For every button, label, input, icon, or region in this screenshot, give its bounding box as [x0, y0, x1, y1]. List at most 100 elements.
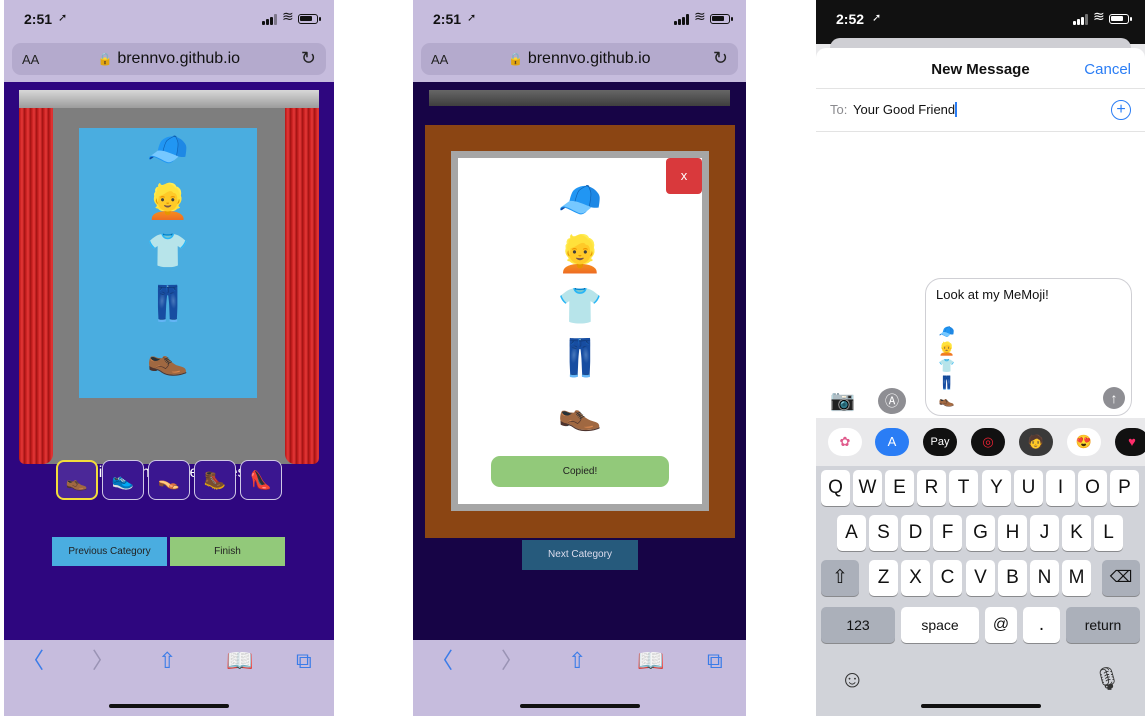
- digital-touch-app-icon[interactable]: ♥: [1115, 428, 1145, 456]
- key-m[interactable]: M: [1062, 560, 1091, 596]
- copied-button[interactable]: Copied!: [491, 456, 669, 487]
- send-arrow-icon[interactable]: ↑: [1103, 387, 1125, 409]
- finish-button[interactable]: Finish: [170, 537, 285, 566]
- key-k[interactable]: K: [1062, 515, 1091, 551]
- key-x[interactable]: X: [901, 560, 930, 596]
- share-icon[interactable]: ⇧: [568, 648, 586, 674]
- key-f[interactable]: F: [933, 515, 962, 551]
- return-key[interactable]: return: [1066, 607, 1140, 643]
- key-b[interactable]: B: [998, 560, 1027, 596]
- bookmarks-icon[interactable]: 📖: [637, 648, 664, 674]
- activity-app-icon[interactable]: ◎: [971, 428, 1005, 456]
- key-w[interactable]: W: [853, 470, 882, 506]
- key-z[interactable]: Z: [869, 560, 898, 596]
- chevron-left-icon[interactable]: 〈: [22, 648, 44, 674]
- address-bar[interactable]: AA 🔒 brennvo.github.io ↻: [12, 43, 326, 75]
- wifi-icon: ≋: [694, 8, 706, 24]
- key-s[interactable]: S: [869, 515, 898, 551]
- shoe-option-1[interactable]: 👞: [56, 460, 98, 500]
- shoe-option-3[interactable]: 👡: [148, 460, 190, 500]
- status-bar: 2:51 ➚ ≋: [4, 0, 334, 38]
- battery-icon: [298, 14, 321, 24]
- wifi-icon: ≋: [1093, 8, 1105, 24]
- shoe-option-5[interactable]: 👠: [240, 460, 282, 500]
- hat-emoji: 🧢: [146, 131, 190, 169]
- key-v[interactable]: V: [966, 560, 995, 596]
- key-i[interactable]: I: [1046, 470, 1075, 506]
- recipient-field[interactable]: To: Your Good Friend +: [816, 88, 1145, 132]
- backspace-key-icon[interactable]: ⌫: [1102, 560, 1140, 596]
- bookmarks-icon[interactable]: 📖: [226, 648, 253, 674]
- location-arrow-icon: ➚: [872, 12, 882, 24]
- reload-icon[interactable]: ↻: [301, 48, 316, 69]
- emoji-keyboard-icon[interactable]: ☺: [840, 666, 865, 694]
- app-store-icon[interactable]: Ⓐ: [878, 388, 906, 414]
- chevron-left-icon[interactable]: 〈: [431, 648, 453, 674]
- home-indicator: [109, 704, 229, 708]
- reload-icon[interactable]: ↻: [713, 48, 728, 69]
- key-t[interactable]: T: [949, 470, 978, 506]
- key-e[interactable]: E: [885, 470, 914, 506]
- camera-icon[interactable]: 📷: [830, 388, 855, 413]
- key-u[interactable]: U: [1014, 470, 1043, 506]
- status-icons: ≋: [262, 9, 321, 25]
- url-text[interactable]: 🔒 brennvo.github.io: [421, 50, 738, 68]
- url-text[interactable]: 🔒 brennvo.github.io: [12, 50, 326, 68]
- location-arrow-icon: ➚: [58, 12, 68, 24]
- key-o[interactable]: O: [1078, 470, 1107, 506]
- previous-category-button[interactable]: Previous Category: [52, 537, 167, 566]
- shift-key-icon[interactable]: ⇧: [821, 560, 859, 596]
- home-indicator: [920, 704, 1041, 708]
- memoji-app-icon[interactable]: 🧑: [1019, 428, 1053, 456]
- tabs-icon[interactable]: ⧉: [707, 648, 723, 674]
- safari-toolbar: 〈 〉 ⇧ 📖 ⧉: [4, 640, 334, 716]
- key-r[interactable]: R: [917, 470, 946, 506]
- text-caret: [955, 102, 957, 117]
- memoji-stickers-app-icon[interactable]: 😍: [1067, 428, 1101, 456]
- dot-key[interactable]: .: [1023, 607, 1060, 643]
- numbers-key[interactable]: 123: [821, 607, 895, 643]
- home-indicator: [519, 704, 640, 708]
- key-a[interactable]: A: [837, 515, 866, 551]
- share-icon[interactable]: ⇧: [158, 648, 176, 674]
- key-j[interactable]: J: [1030, 515, 1059, 551]
- chevron-right-icon[interactable]: 〉: [92, 648, 114, 674]
- signal-icon: [674, 14, 690, 25]
- photos-app-icon[interactable]: ✿: [828, 428, 862, 456]
- pants-emoji: 👖: [146, 285, 190, 323]
- key-g[interactable]: G: [966, 515, 995, 551]
- key-c[interactable]: C: [933, 560, 962, 596]
- chevron-right-icon[interactable]: 〉: [501, 648, 523, 674]
- address-bar[interactable]: AA 🔒 brennvo.github.io ↻: [421, 43, 738, 75]
- shoe-option-2[interactable]: 👟: [102, 460, 144, 500]
- key-h[interactable]: H: [998, 515, 1027, 551]
- url-label: brennvo.github.io: [117, 50, 241, 67]
- microphone-icon[interactable]: 🎙: [1093, 666, 1121, 692]
- hat-emoji: 🧢: [557, 179, 603, 220]
- key-n[interactable]: N: [1030, 560, 1059, 596]
- recipient-input[interactable]: Your Good Friend: [853, 102, 957, 117]
- key-p[interactable]: P: [1110, 470, 1139, 506]
- key-d[interactable]: D: [901, 515, 930, 551]
- status-time: 2:51: [433, 11, 462, 27]
- key-q[interactable]: Q: [821, 470, 850, 506]
- apple-pay-app-icon[interactable]: Pay: [923, 428, 957, 456]
- shoe-option-4[interactable]: 🥾: [194, 460, 236, 500]
- next-category-button[interactable]: Next Category: [522, 540, 638, 570]
- cancel-button[interactable]: Cancel: [1084, 61, 1131, 78]
- pants-emoji: 👖: [557, 337, 603, 378]
- status-icons: ≋: [674, 9, 733, 25]
- key-y[interactable]: Y: [982, 470, 1011, 506]
- space-key[interactable]: space: [901, 607, 979, 643]
- app-store-app-icon[interactable]: A: [875, 428, 909, 456]
- add-contact-icon[interactable]: +: [1111, 100, 1131, 120]
- memoji-preview: x 🧢 👱 👕 👖 👞 Copied!: [458, 158, 702, 504]
- at-key[interactable]: @: [985, 607, 1017, 643]
- tabs-icon[interactable]: ⧉: [296, 648, 312, 674]
- signal-icon: [262, 14, 278, 25]
- battery-icon: [1109, 14, 1132, 24]
- curtain-rod: [429, 90, 730, 106]
- shirt-emoji: 👕: [146, 232, 190, 270]
- message-compose-field[interactable]: Look at my MeMoji! 🧢 👱 👕 👖 👞 ↑: [925, 278, 1132, 416]
- key-l[interactable]: L: [1094, 515, 1123, 551]
